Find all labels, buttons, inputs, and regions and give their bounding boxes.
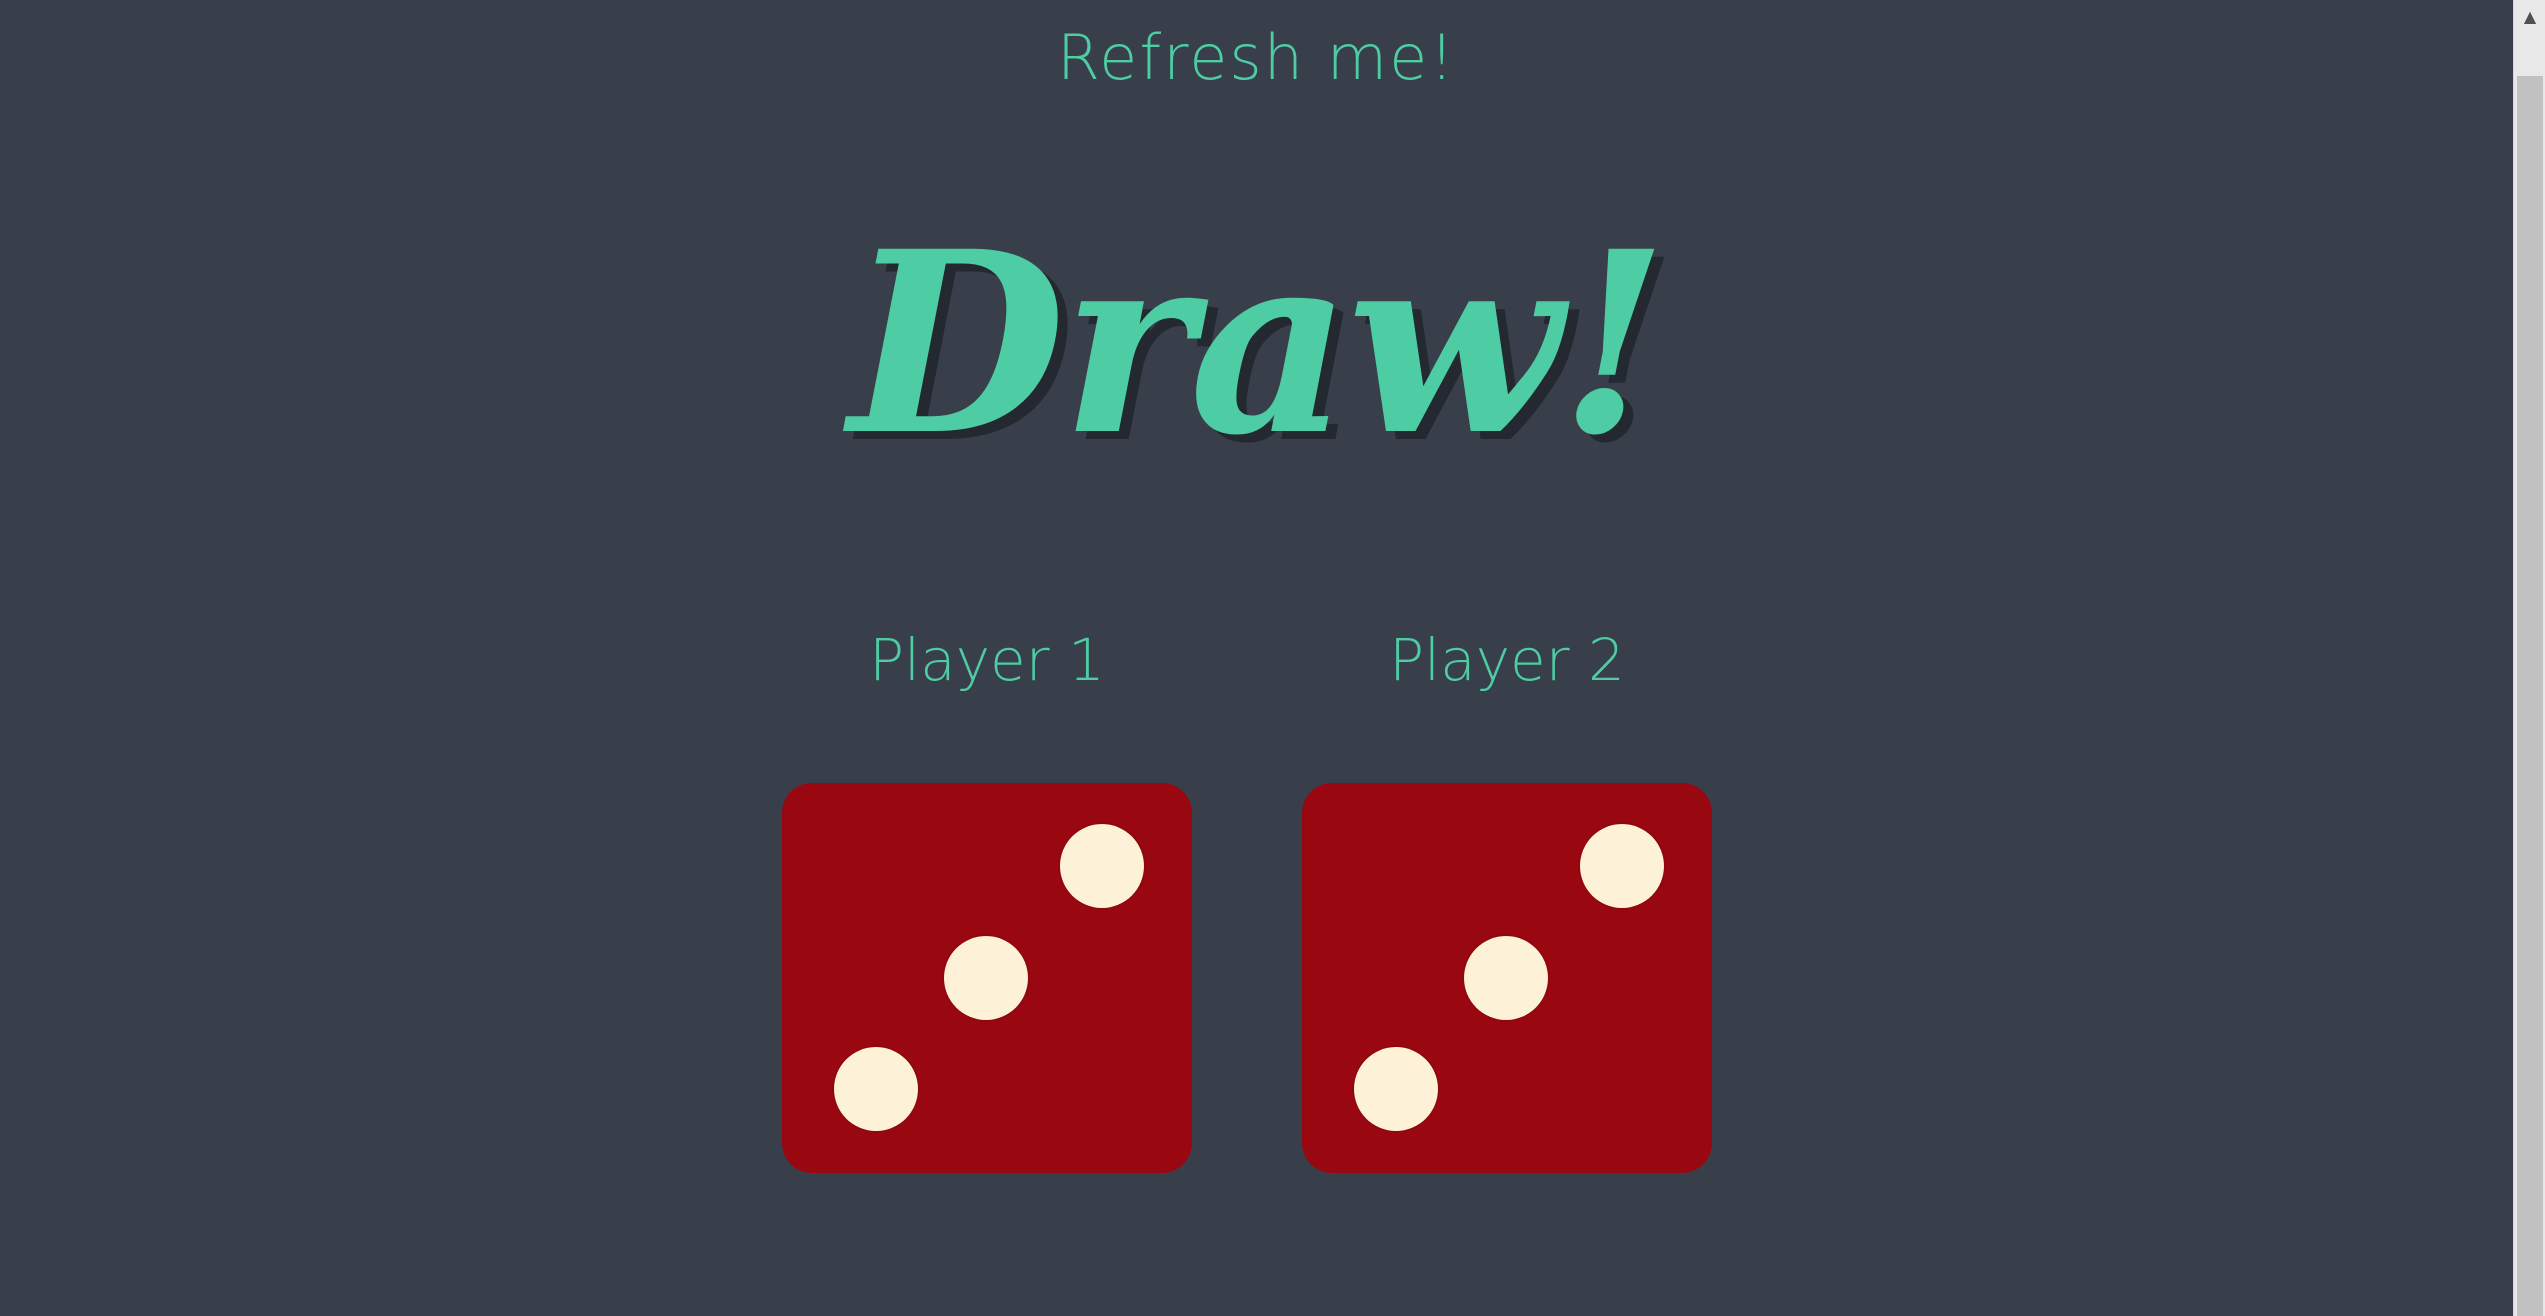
player-2-die bbox=[1302, 783, 1712, 1173]
die-pip bbox=[1060, 824, 1144, 908]
die-pip bbox=[944, 936, 1028, 1020]
vertical-scrollbar[interactable]: ▲ bbox=[2513, 0, 2545, 1316]
die-pip bbox=[1464, 936, 1548, 1020]
game-page: Refresh me! Draw! Player 1 Player 2 bbox=[0, 0, 2513, 1316]
result-headline: Draw! bbox=[848, 196, 1668, 490]
scrollbar-thumb[interactable] bbox=[2517, 76, 2543, 1316]
player-1-die bbox=[782, 783, 1192, 1173]
die-pip bbox=[1354, 1047, 1438, 1131]
scroll-up-icon[interactable]: ▲ bbox=[2514, 0, 2545, 34]
die-pip bbox=[834, 1047, 918, 1131]
player-1-label: Player 1 bbox=[869, 626, 1105, 694]
player-2-label: Player 2 bbox=[1389, 626, 1625, 694]
die-pip bbox=[1580, 824, 1664, 908]
refresh-link[interactable]: Refresh me! bbox=[0, 18, 2513, 98]
